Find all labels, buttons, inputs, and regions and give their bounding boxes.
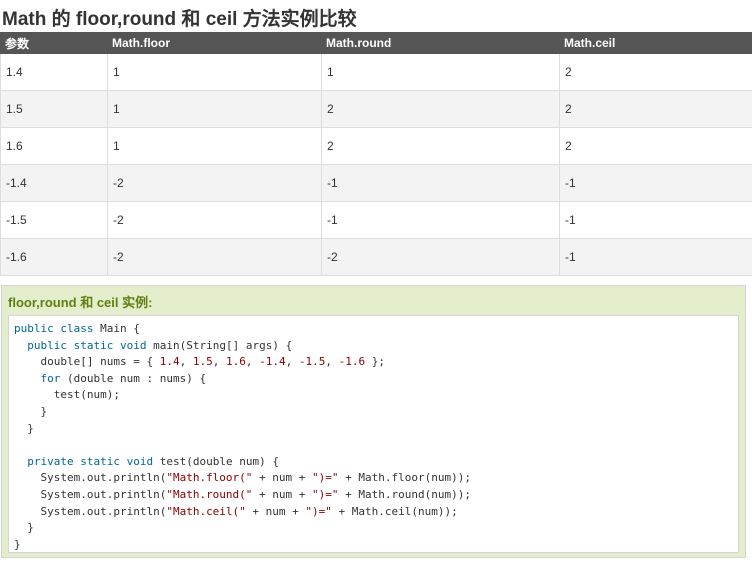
example-box: floor,round 和 ceil 实例: public class Main… [1, 285, 746, 558]
code-line: } [14, 537, 21, 551]
table-cell: -1 [559, 164, 752, 202]
table-cell: -1 [559, 238, 752, 276]
table-cell: 2 [559, 127, 752, 165]
table-row: 1.4 1 1 2 [0, 53, 752, 91]
table-cell: -1 [559, 201, 752, 239]
code-line: public class Main { [14, 322, 140, 335]
table-cell: 1 [107, 90, 322, 128]
table-row: 1.6 1 2 2 [0, 127, 752, 165]
page-title: Math 的 floor,round 和 ceil 方法实例比较 [2, 9, 357, 30]
table-row: 1.5 1 2 2 [0, 90, 752, 128]
table-cell: 1.5 [0, 90, 108, 128]
code-line: for (double num : nums) { [40, 371, 207, 385]
table-cell: 1 [107, 53, 322, 91]
table-cell: -2 [321, 238, 560, 276]
column-header: Math.floor [107, 32, 322, 54]
column-header: Math.round [321, 32, 560, 54]
table-cell: -1.5 [0, 201, 108, 239]
code-listing[interactable]: public class Main { public static void m… [14, 321, 738, 553]
table-cell: 1.6 [0, 127, 108, 165]
table-row: -1.6 -2 -2 -1 [0, 238, 752, 276]
table-cell: 2 [321, 127, 560, 165]
table-cell: -2 [107, 238, 322, 276]
table-row: -1.5 -2 -1 -1 [0, 201, 752, 239]
code-block[interactable]: public class Main { public static void m… [8, 315, 739, 553]
column-header: Math.ceil [559, 32, 752, 54]
table-cell: 2 [559, 90, 752, 128]
comparison-table: 参数 Math.floor Math.round Math.ceil 1.4 1… [0, 32, 752, 276]
code-line: } [14, 521, 34, 535]
table-cell: -1.6 [0, 238, 108, 276]
table-cell: 2 [559, 53, 752, 91]
table-cell: 1.4 [0, 53, 108, 91]
code-line: System.out.println("Math.ceil(" + num + … [14, 504, 458, 518]
code-line: private static void test(double num) { [27, 454, 279, 468]
code-line: System.out.println("Math.floor(" + num +… [14, 471, 471, 485]
column-header: 参数 [0, 32, 108, 54]
table-cell: 1 [107, 127, 322, 165]
table-cell: 2 [321, 90, 560, 128]
table-cell: -1.4 [0, 164, 108, 202]
code-line: } [14, 421, 34, 435]
code-line: public static void main(String[] args) { [27, 338, 293, 352]
code-line: System.out.println("Math.round(" + num +… [14, 487, 471, 501]
code-line: double[] nums = { 1.4, 1.5, 1.6, -1.4, -… [14, 355, 385, 369]
table-cell: -2 [107, 164, 322, 202]
code-line: test(num); [14, 388, 120, 402]
table-header-row: 参数 Math.floor Math.round Math.ceil [0, 32, 752, 54]
code-line: } [14, 404, 48, 418]
table-cell: -1 [321, 164, 560, 202]
table-cell: 1 [321, 53, 560, 91]
table-cell: -2 [107, 201, 322, 239]
table-row: -1.4 -2 -1 -1 [0, 164, 752, 202]
example-title: floor,round 和 ceil 实例: [8, 295, 153, 310]
table-cell: -1 [321, 201, 560, 239]
